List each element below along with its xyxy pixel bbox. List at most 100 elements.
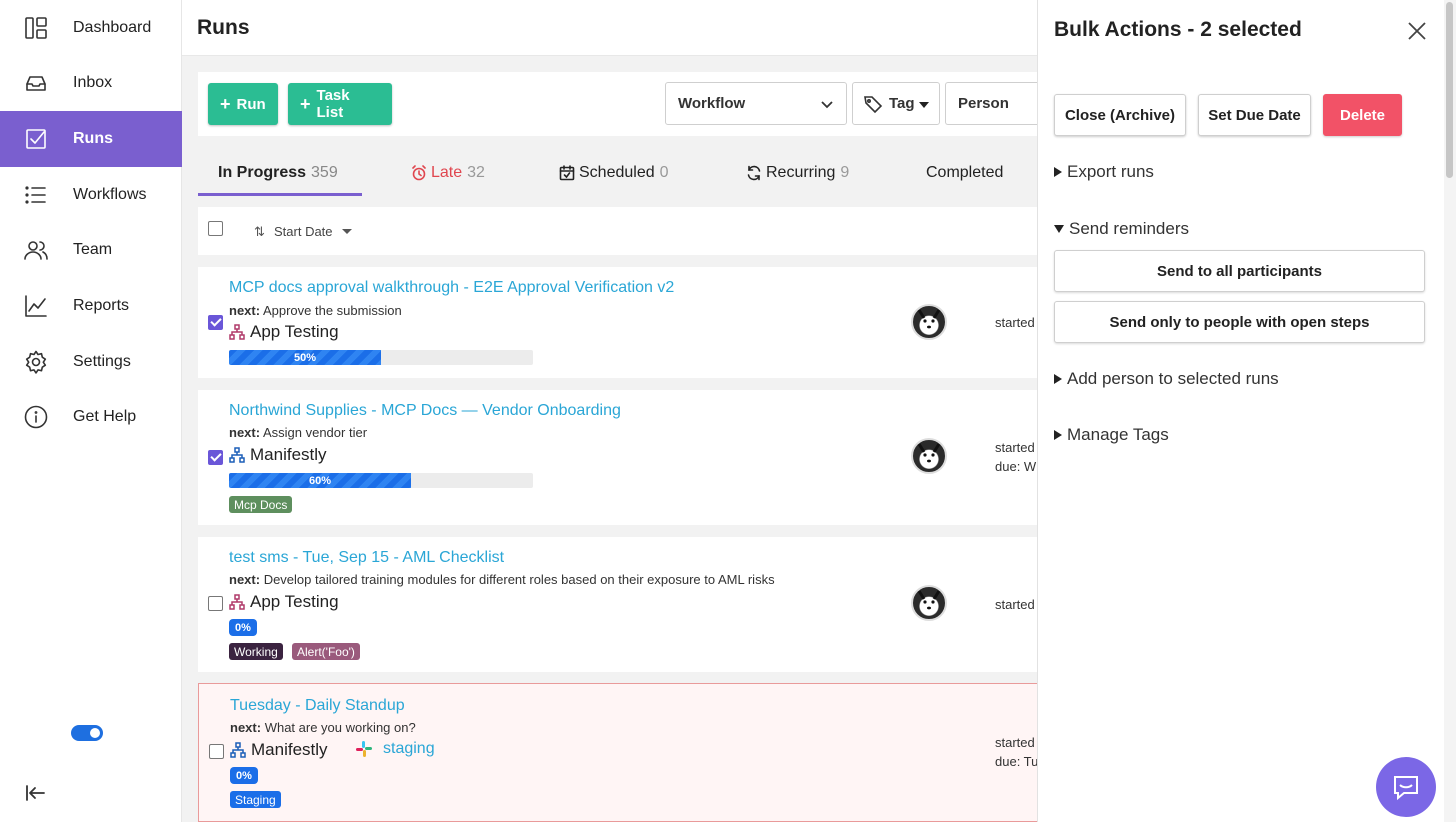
due-text: due: Tu: [995, 754, 1039, 769]
run-title-link[interactable]: Tuesday - Daily Standup: [230, 697, 405, 715]
sidebar-item-label: Settings: [73, 353, 131, 370]
sort-bar: ⇅ Start Date: [198, 207, 1058, 255]
new-task-list-label: Task List: [316, 87, 350, 121]
workflow-filter-value: Workflow: [678, 95, 746, 112]
run-title-link[interactable]: MCP docs approval walkthrough - E2E Appr…: [229, 279, 674, 297]
run-select-checkbox[interactable]: [208, 315, 223, 330]
run-card: test sms - Tue, Sep 15 - AML Checklist n…: [198, 537, 1058, 672]
close-icon[interactable]: [1406, 20, 1428, 42]
add-person-label: Add person to selected runs: [1067, 369, 1279, 388]
started-text: started: [995, 597, 1035, 612]
sidebar-item-label: Inbox: [73, 74, 113, 91]
tab-label: Scheduled: [579, 164, 655, 181]
bulk-actions-panel: Bulk Actions - 2 selected Close (Archive…: [1037, 0, 1456, 822]
select-all-checkbox[interactable]: [208, 221, 223, 236]
progress-bar: 60%: [229, 473, 533, 488]
new-task-list-button[interactable]: + Task List: [288, 83, 392, 125]
triangle-right-icon: [1054, 430, 1062, 440]
team-icon: [24, 238, 48, 262]
progress-badge: 0%: [230, 767, 258, 784]
tab-count: 359: [311, 164, 338, 181]
tag-badge[interactable]: Staging: [230, 791, 281, 808]
run-card-late: Tuesday - Daily Standup next: What are y…: [198, 683, 1058, 822]
sidebar-item-label: Dashboard: [73, 19, 152, 36]
caret-down-icon: [342, 229, 352, 234]
alarm-icon: [411, 165, 427, 181]
tag-badge[interactable]: Working: [229, 643, 283, 660]
manage-tags-toggle[interactable]: Manage Tags: [1054, 425, 1169, 445]
close-archive-button[interactable]: Close (Archive): [1054, 94, 1186, 136]
calendar-check-icon: [559, 165, 575, 181]
next-label: next:: [230, 720, 262, 735]
tab-label: Recurring: [766, 164, 836, 181]
panel-title: Bulk Actions - 2 selected: [1054, 18, 1302, 41]
export-runs-toggle[interactable]: Export runs: [1054, 162, 1154, 182]
progress-badge: 0%: [229, 619, 257, 636]
slack-channel-link[interactable]: staging: [355, 740, 435, 758]
tab-in-progress[interactable]: In Progress 359: [218, 150, 338, 196]
started-text: started: [995, 440, 1035, 455]
send-to-open-steps-button[interactable]: Send only to people with open steps: [1054, 301, 1425, 343]
support-chat-button[interactable]: [1376, 757, 1436, 817]
runs-icon: [24, 127, 48, 151]
chat-icon: [1391, 772, 1421, 802]
sidebar-item-settings[interactable]: Settings: [0, 334, 182, 390]
workflow-name: App Testing: [229, 592, 339, 612]
sidebar-item-workflows[interactable]: Workflows: [0, 167, 182, 223]
tag-badge[interactable]: Mcp Docs: [229, 496, 293, 513]
tab-scheduled[interactable]: Scheduled 0: [559, 150, 669, 196]
sidebar-item-dashboard[interactable]: Dashboard: [0, 0, 182, 56]
next-step-text: Develop tailored training modules for di…: [263, 572, 775, 587]
tag-badge[interactable]: Alert('Foo'): [292, 643, 360, 660]
scrollbar-thumb[interactable]: [1446, 2, 1453, 178]
tab-recurring[interactable]: Recurring 9: [746, 150, 849, 196]
set-due-date-button[interactable]: Set Due Date: [1198, 94, 1311, 136]
workflow-label: Manifestly: [251, 740, 328, 759]
theme-toggle[interactable]: [71, 725, 103, 741]
run-select-checkbox[interactable]: [208, 450, 223, 465]
new-run-label: Run: [236, 95, 266, 113]
sidebar-item-label: Runs: [73, 130, 113, 147]
avatar[interactable]: [911, 304, 947, 340]
tag-filter-select[interactable]: Tag: [852, 82, 940, 125]
chevron-down-icon: [820, 97, 834, 111]
delete-button[interactable]: Delete: [1323, 94, 1402, 136]
plus-icon: +: [220, 93, 231, 114]
avatar[interactable]: [911, 585, 947, 621]
sidebar-item-label: Workflows: [73, 186, 147, 203]
sort-field-select[interactable]: Start Date: [274, 224, 333, 239]
sidebar-item-team[interactable]: Team: [0, 222, 182, 278]
workflow-filter-select[interactable]: Workflow: [665, 82, 847, 125]
tab-late[interactable]: Late 32: [411, 150, 485, 196]
workflow-name: Manifestly: [230, 740, 328, 760]
next-step-text: What are you working on?: [264, 720, 416, 735]
started-text: started: [995, 315, 1035, 330]
workflow-icon: [229, 447, 245, 463]
sidebar-item-inbox[interactable]: Inbox: [0, 55, 182, 111]
new-run-button[interactable]: + Run: [208, 83, 278, 125]
sort-arrows-icon: ⇅: [254, 224, 265, 239]
tab-label: Late: [431, 164, 463, 181]
panel-scrollbar[interactable]: [1444, 0, 1456, 822]
active-tab-indicator: [198, 193, 362, 196]
send-reminders-toggle[interactable]: Send reminders: [1054, 219, 1189, 239]
workflow-label: Manifestly: [250, 445, 327, 464]
slack-channel-label: staging: [383, 740, 435, 757]
run-title-link[interactable]: Northwind Supplies - MCP Docs — Vendor O…: [229, 402, 621, 420]
sidebar-item-runs[interactable]: Runs: [0, 111, 182, 167]
sidebar-item-reports[interactable]: Reports: [0, 278, 182, 334]
avatar[interactable]: [911, 438, 947, 474]
next-step: next: What are you working on?: [230, 720, 416, 735]
run-select-checkbox[interactable]: [208, 596, 223, 611]
run-select-checkbox[interactable]: [209, 744, 224, 759]
sidebar-item-label: Get Help: [73, 408, 137, 425]
workflow-icon: [229, 594, 245, 610]
collapse-sidebar-icon[interactable]: [25, 782, 47, 804]
run-title-link[interactable]: test sms - Tue, Sep 15 - AML Checklist: [229, 549, 504, 567]
tab-completed[interactable]: Completed: [926, 150, 1003, 196]
run-status-tabs: In Progress 359 Late 32 Scheduled 0 Recurri…: [198, 150, 1058, 198]
sidebar-item-get-help[interactable]: Get Help: [0, 389, 182, 445]
sidebar: Dashboard Inbox Runs Workflows Team Repo…: [0, 0, 182, 822]
add-person-toggle[interactable]: Add person to selected runs: [1054, 369, 1279, 389]
send-to-all-button[interactable]: Send to all participants: [1054, 250, 1425, 292]
